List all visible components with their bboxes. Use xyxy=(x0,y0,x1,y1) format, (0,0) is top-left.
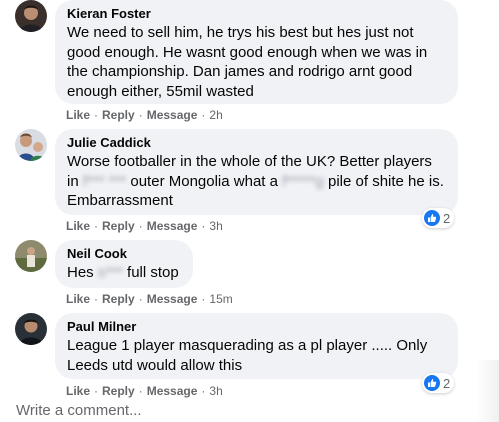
comment-author[interactable]: Paul Milner xyxy=(67,319,446,335)
text-segment: full stop xyxy=(122,264,179,281)
obscured-word: f*****g xyxy=(282,172,324,190)
timestamp[interactable]: 3h xyxy=(209,384,222,398)
like-icon xyxy=(424,210,440,226)
obscured-word: s*** xyxy=(97,264,123,281)
text-segment: Hes xyxy=(67,264,98,281)
like-link[interactable]: Like xyxy=(66,292,90,306)
like-link[interactable]: Like xyxy=(66,384,90,398)
message-link[interactable]: Message xyxy=(147,384,198,398)
comment-bubble: Paul Milner League 1 player masquerading… xyxy=(55,313,458,379)
reaction-number: 2 xyxy=(443,210,451,226)
message-link[interactable]: Message xyxy=(147,219,198,233)
comment-bubble: Neil Cook Hes s*** full stop xyxy=(55,240,193,288)
write-comment-input[interactable]: Write a comment... xyxy=(16,402,142,419)
avatar[interactable] xyxy=(15,0,47,32)
reaction-count[interactable]: 2 xyxy=(422,208,455,228)
comment-actions: Like · Reply · Message · 2h xyxy=(66,108,223,122)
like-icon xyxy=(424,375,440,391)
comment-actions: Like · Reply · Message · 3h xyxy=(66,384,223,398)
like-link[interactable]: Like xyxy=(66,219,90,233)
comment-bubble: Kieran Foster We need to sell him, he tr… xyxy=(55,0,458,104)
text-segment: outer Mongolia what a xyxy=(126,172,283,190)
comment-text: League 1 player masquerading as a pl pla… xyxy=(67,337,432,374)
reaction-number: 2 xyxy=(443,375,451,391)
timestamp[interactable]: 3h xyxy=(209,219,222,233)
reply-link[interactable]: Reply xyxy=(102,219,135,233)
message-link[interactable]: Message xyxy=(147,292,198,306)
reaction-count[interactable]: 2 xyxy=(422,373,455,393)
reply-link[interactable]: Reply xyxy=(102,384,135,398)
obscured-word: f*** *** xyxy=(82,172,127,190)
comment-text: Hes s*** full stop xyxy=(67,263,181,283)
message-link[interactable]: Message xyxy=(147,108,198,122)
comment-text: We need to sell him, he trys his best bu… xyxy=(67,24,432,100)
edge-shadow xyxy=(475,360,499,422)
avatar[interactable] xyxy=(15,240,47,272)
reply-link[interactable]: Reply xyxy=(102,108,135,122)
like-link[interactable]: Like xyxy=(66,108,90,122)
reply-link[interactable]: Reply xyxy=(102,292,135,306)
timestamp[interactable]: 15m xyxy=(209,292,232,306)
avatar[interactable] xyxy=(15,313,47,345)
comment-actions: Like · Reply · Message · 3h xyxy=(66,219,223,233)
comment-author[interactable]: Neil Cook xyxy=(67,246,181,262)
timestamp[interactable]: 2h xyxy=(209,108,222,122)
avatar[interactable] xyxy=(15,129,47,161)
comment-author[interactable]: Julie Caddick xyxy=(67,135,446,151)
comment-bubble: Julie Caddick Worse footballer in the wh… xyxy=(55,129,458,215)
comment-text: Worse footballer in the whole of the UK?… xyxy=(67,152,446,211)
comment-author[interactable]: Kieran Foster xyxy=(67,6,446,22)
comment-actions: Like · Reply · Message · 15m xyxy=(66,292,233,306)
